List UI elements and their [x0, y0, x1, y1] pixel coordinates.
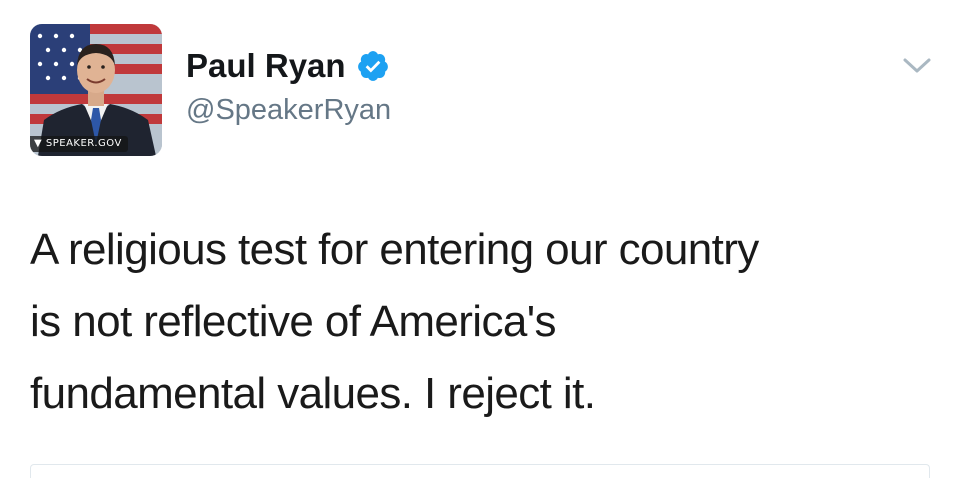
tweet-card: ▼ SPEAKER.GOV Paul Ryan @SpeakerRyan A r… — [0, 0, 960, 478]
display-name[interactable]: Paul Ryan — [186, 44, 346, 88]
chevron-down-icon[interactable] — [900, 54, 934, 78]
caption-icon: ▼ — [34, 138, 46, 149]
avatar-caption-text: SPEAKER.GOV — [45, 138, 122, 149]
tweet-text-line: fundamental values. I reject it. — [30, 369, 596, 418]
tweet-header: Paul Ryan @SpeakerRyan — [186, 44, 391, 130]
avatar-caption: ▼ SPEAKER.GOV — [30, 136, 128, 152]
tweet-text-line: A religious test for entering our countr… — [30, 225, 759, 274]
tweet-text-line: is not reflective of America's — [30, 297, 557, 346]
verified-badge-icon — [357, 51, 388, 81]
name-row: Paul Ryan — [186, 44, 391, 88]
handle[interactable]: @SpeakerRyan — [186, 90, 391, 130]
avatar[interactable]: ▼ SPEAKER.GOV — [30, 24, 162, 156]
tweet-text: A religious test for entering our countr… — [30, 214, 930, 430]
